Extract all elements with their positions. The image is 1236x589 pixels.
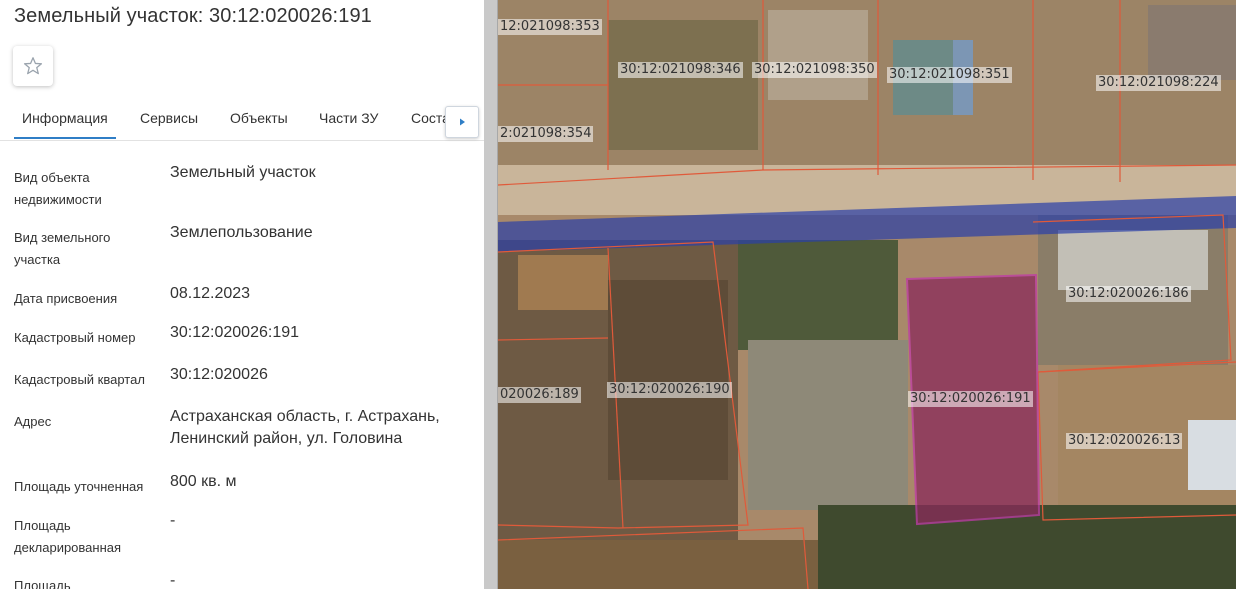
parcel-label[interactable]: 30:12:020026:13 (1066, 433, 1183, 449)
parcel-label[interactable]: 30:12:021098:351 (887, 67, 1012, 83)
field-value: Земельный участок (170, 164, 316, 181)
field-area-specified: Площадь уточненная 800 кв. м (14, 473, 474, 498)
field-value: 08.12.2023 (170, 285, 251, 302)
parcel-label[interactable]: 30:12:020026:190 (607, 382, 732, 398)
field-area: Площадь - (14, 572, 474, 589)
info-panel: Земельный участок: 30:12:020026:191 Инфо… (0, 0, 484, 589)
field-label: Площадь уточненная (14, 479, 144, 494)
panel-resize-handle[interactable] (484, 0, 498, 589)
tab-parcel-parts[interactable]: Части ЗУ (319, 110, 378, 126)
field-label: Кадастровый квартал (14, 372, 145, 387)
triangle-right-icon (460, 118, 465, 126)
field-label: Кадастровый номер (14, 330, 136, 345)
field-land-type: Вид земельного участка Землепользование (14, 224, 474, 271)
field-value: - (170, 512, 176, 529)
tab-objects[interactable]: Объекты (230, 110, 288, 126)
star-outline-icon (23, 57, 43, 75)
parcel-label[interactable]: 30:12:021098:346 (618, 62, 743, 78)
field-area-declared: Площадь декларированная - (14, 512, 474, 559)
page-title: Земельный участок: 30:12:020026:191 (14, 5, 372, 27)
tabs-scroll-right-button[interactable] (445, 106, 479, 138)
field-cadastral-quarter: Кадастровый квартал 30:12:020026 (14, 366, 474, 391)
field-label: Адрес (14, 414, 52, 429)
field-label: Вид земельного участка (14, 230, 111, 267)
field-value: - (170, 572, 176, 589)
favorite-button[interactable] (13, 46, 53, 86)
field-assignment-date: Дата присвоения 08.12.2023 (14, 285, 474, 310)
tab-services[interactable]: Сервисы (140, 110, 198, 126)
field-value: 30:12:020026:191 (170, 324, 300, 341)
field-cadastral-number: Кадастровый номер 30:12:020026:191 (14, 324, 474, 349)
parcel-label[interactable]: 30:12:020026:186 (1066, 286, 1191, 302)
parcel-label[interactable]: 30:12:021098:224 (1096, 75, 1221, 91)
field-value: 800 кв. м (170, 473, 237, 490)
field-address: Адрес Астраханская область, г. Астрахань… (14, 408, 474, 455)
field-label: Площадь декларированная (14, 518, 122, 555)
selected-parcel-label[interactable]: 30:12:020026:191 (908, 391, 1033, 407)
parcel-label[interactable]: 020026:189 (498, 387, 581, 403)
field-label: Площадь (14, 578, 71, 589)
field-object-type: Вид объекта недвижимости Земельный участ… (14, 164, 474, 211)
parcel-label[interactable]: 30:12:021098:350 (752, 62, 877, 78)
field-value: 30:12:020026 (170, 366, 268, 383)
tab-bar: Информация Сервисы Объекты Части ЗУ Сост… (0, 100, 484, 141)
active-tab-indicator (14, 137, 116, 139)
field-value: Землепользование (170, 224, 313, 241)
field-value: Астраханская область, г. Астрахань, Лени… (170, 408, 440, 447)
field-label: Вид объекта недвижимости (14, 170, 102, 207)
field-label: Дата присвоения (14, 291, 118, 306)
parcel-label[interactable]: 2:021098:354 (498, 126, 594, 142)
map-view[interactable]: 12:021098:353 30:12:021098:346 30:12:021… (498, 0, 1236, 589)
parcel-label[interactable]: 12:021098:353 (498, 19, 602, 35)
tab-information[interactable]: Информация (22, 110, 108, 126)
